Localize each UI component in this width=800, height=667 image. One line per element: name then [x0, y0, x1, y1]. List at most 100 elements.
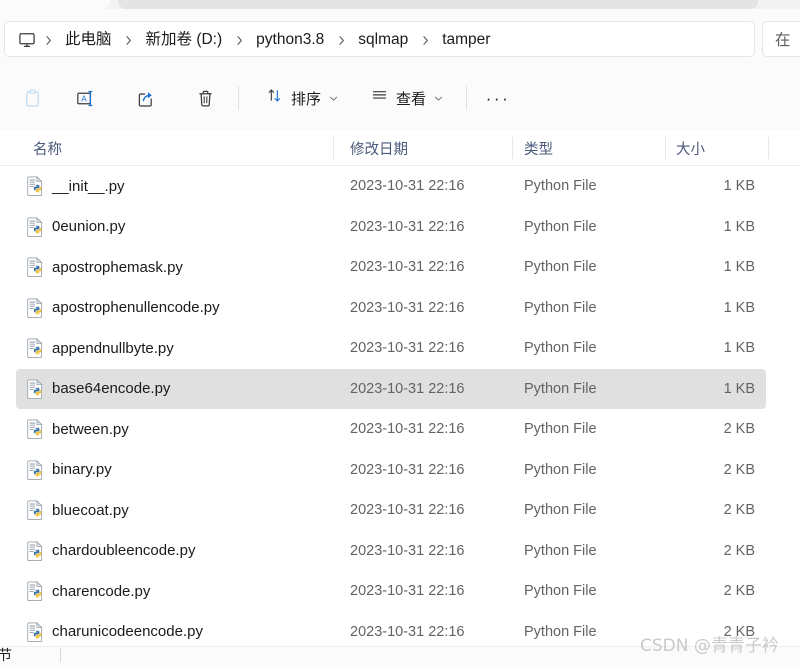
- file-date-modified: 2023-10-31 22:16: [350, 178, 465, 195]
- file-size: 2 KB: [723, 542, 755, 559]
- file-date-modified: 2023-10-31 22:16: [350, 542, 465, 559]
- column-divider-4[interactable]: [768, 137, 769, 159]
- python-file-icon: [25, 580, 46, 602]
- chevron-right-icon-4: [415, 30, 435, 50]
- file-size: 2 KB: [723, 502, 755, 519]
- file-size: 2 KB: [723, 583, 755, 600]
- python-file-icon: [25, 337, 46, 359]
- python-file-icon: [25, 418, 46, 440]
- tab-active[interactable]: [118, 0, 758, 9]
- chevron-down-icon-view: [433, 93, 444, 104]
- table-row[interactable]: appendnullbyte.py 2023-10-31 22:16 Python …: [0, 328, 800, 369]
- file-date-modified: 2023-10-31 22:16: [350, 340, 465, 357]
- column-header-size[interactable]: 大小: [676, 130, 705, 166]
- file-date-modified: 2023-10-31 22:16: [350, 299, 465, 316]
- file-type: Python File: [524, 502, 597, 519]
- breadcrumb-bar[interactable]: 此电脑 新加卷 (D:) python3.8 sqlmap tamper: [4, 21, 755, 57]
- file-date-modified: 2023-10-31 22:16: [350, 380, 465, 397]
- svg-text:A: A: [81, 93, 87, 103]
- tab-inactive[interactable]: [0, 0, 110, 9]
- python-file-icon: [25, 459, 46, 481]
- table-row[interactable]: bluecoat.py 2023-10-31 22:16 Python File 2 …: [0, 490, 800, 531]
- file-name: charencode.py: [52, 582, 151, 600]
- computer-monitor-icon: [16, 30, 38, 50]
- list-lines-icon: [370, 86, 389, 110]
- chevron-right-icon-0: [38, 30, 58, 50]
- share-button[interactable]: [125, 78, 165, 118]
- file-date-modified: 2023-10-31 22:16: [350, 259, 465, 276]
- file-type: Python File: [524, 461, 597, 478]
- toolbar-divider-1: [238, 86, 239, 110]
- file-name: base64encode.py: [52, 380, 171, 398]
- delete-button[interactable]: [185, 78, 225, 118]
- file-date-modified: 2023-10-31 22:16: [350, 502, 465, 519]
- file-type: Python File: [524, 178, 597, 195]
- file-name: __init__.py: [52, 177, 125, 195]
- file-date-modified: 2023-10-31 22:16: [350, 218, 465, 235]
- table-row[interactable]: between.py 2023-10-31 22:16 Python File 2 K…: [0, 409, 800, 450]
- python-file-icon: [25, 499, 46, 521]
- search-input[interactable]: 在: [762, 21, 800, 57]
- view-button[interactable]: 查看: [361, 78, 453, 118]
- file-rows: __init__.py 2023-10-31 22:16 Python File 1 …: [0, 166, 800, 652]
- column-divider-1[interactable]: [333, 137, 334, 159]
- file-type: Python File: [524, 421, 597, 438]
- table-row[interactable]: apostrophemask.py 2023-10-31 22:16 Python …: [0, 247, 800, 288]
- file-type: Python File: [524, 299, 597, 316]
- python-file-icon: [25, 256, 46, 278]
- sort-arrows-icon: [265, 86, 284, 110]
- table-row[interactable]: base64encode.py 2023-10-31 22:16 Python Fi…: [0, 368, 800, 409]
- file-date-modified: 2023-10-31 22:16: [350, 461, 465, 478]
- python-file-icon: [25, 378, 46, 400]
- table-row[interactable]: apostrophenullencode.py 2023-10-31 22:16 P…: [0, 288, 800, 329]
- file-type: Python File: [524, 542, 597, 559]
- view-label: 查看: [396, 90, 427, 108]
- column-divider-2[interactable]: [512, 137, 513, 159]
- table-row[interactable]: chardoubleencode.py 2023-10-31 22:16 Pytho…: [0, 531, 800, 572]
- column-header-type[interactable]: 类型: [524, 130, 553, 166]
- file-name: apostrophenullencode.py: [52, 299, 220, 317]
- column-header-row: 名称 修改日期 类型 大小: [0, 130, 800, 166]
- file-size: 2 KB: [723, 461, 755, 478]
- command-bar: A 排序 查看 ···: [0, 66, 800, 130]
- column-divider-3[interactable]: [665, 137, 666, 159]
- search-visible-text: 在: [775, 32, 791, 49]
- chevron-right-icon-1: [119, 30, 139, 50]
- toolbar-divider-2: [466, 86, 467, 110]
- python-file-icon: [25, 621, 46, 643]
- breadcrumb-item-1[interactable]: 新加卷 (D:): [139, 28, 230, 52]
- file-size: 1 KB: [723, 380, 755, 397]
- rename-button[interactable]: A: [65, 78, 105, 118]
- chevron-down-icon-sort: [328, 93, 339, 104]
- table-row[interactable]: 0eunion.py 2023-10-31 22:16 Python File 1 K…: [0, 207, 800, 248]
- file-size: 2 KB: [723, 421, 755, 438]
- status-bar-text: 字节: [0, 647, 12, 665]
- file-list-pane: 名称 修改日期 类型 大小 __init__.py 2023-10-31 22:…: [0, 130, 800, 657]
- python-file-icon: [25, 297, 46, 319]
- file-size: 1 KB: [723, 178, 755, 195]
- table-row[interactable]: __init__.py 2023-10-31 22:16 Python File 1 …: [0, 166, 800, 207]
- file-name: binary.py: [52, 461, 112, 479]
- file-date-modified: 2023-10-31 22:16: [350, 421, 465, 438]
- file-type: Python File: [524, 340, 597, 357]
- tab-strip: [0, 0, 800, 9]
- python-file-icon: [25, 216, 46, 238]
- sort-button[interactable]: 排序: [256, 78, 348, 118]
- table-row[interactable]: charencode.py 2023-10-31 22:16 Python File…: [0, 571, 800, 612]
- file-size: 1 KB: [723, 340, 755, 357]
- column-header-date[interactable]: 修改日期: [350, 130, 408, 166]
- python-file-icon: [25, 175, 46, 197]
- file-date-modified: 2023-10-31 22:16: [350, 583, 465, 600]
- breadcrumb-item-0[interactable]: 此电脑: [58, 28, 119, 52]
- table-row[interactable]: binary.py 2023-10-31 22:16 Python File 2 KB: [0, 450, 800, 491]
- column-header-name[interactable]: 名称: [33, 130, 62, 166]
- address-bar: 此电脑 新加卷 (D:) python3.8 sqlmap tamper 在: [0, 9, 800, 66]
- breadcrumb-item-2[interactable]: python3.8: [249, 28, 331, 52]
- breadcrumb-item-4[interactable]: tamper: [435, 28, 497, 52]
- paste-button[interactable]: [12, 78, 52, 118]
- file-type: Python File: [524, 380, 597, 397]
- file-explorer-window: 此电脑 新加卷 (D:) python3.8 sqlmap tamper 在 A…: [0, 0, 800, 667]
- more-options-button[interactable]: ···: [478, 78, 518, 118]
- breadcrumb-item-3[interactable]: sqlmap: [351, 28, 415, 52]
- file-name: appendnullbyte.py: [52, 339, 174, 357]
